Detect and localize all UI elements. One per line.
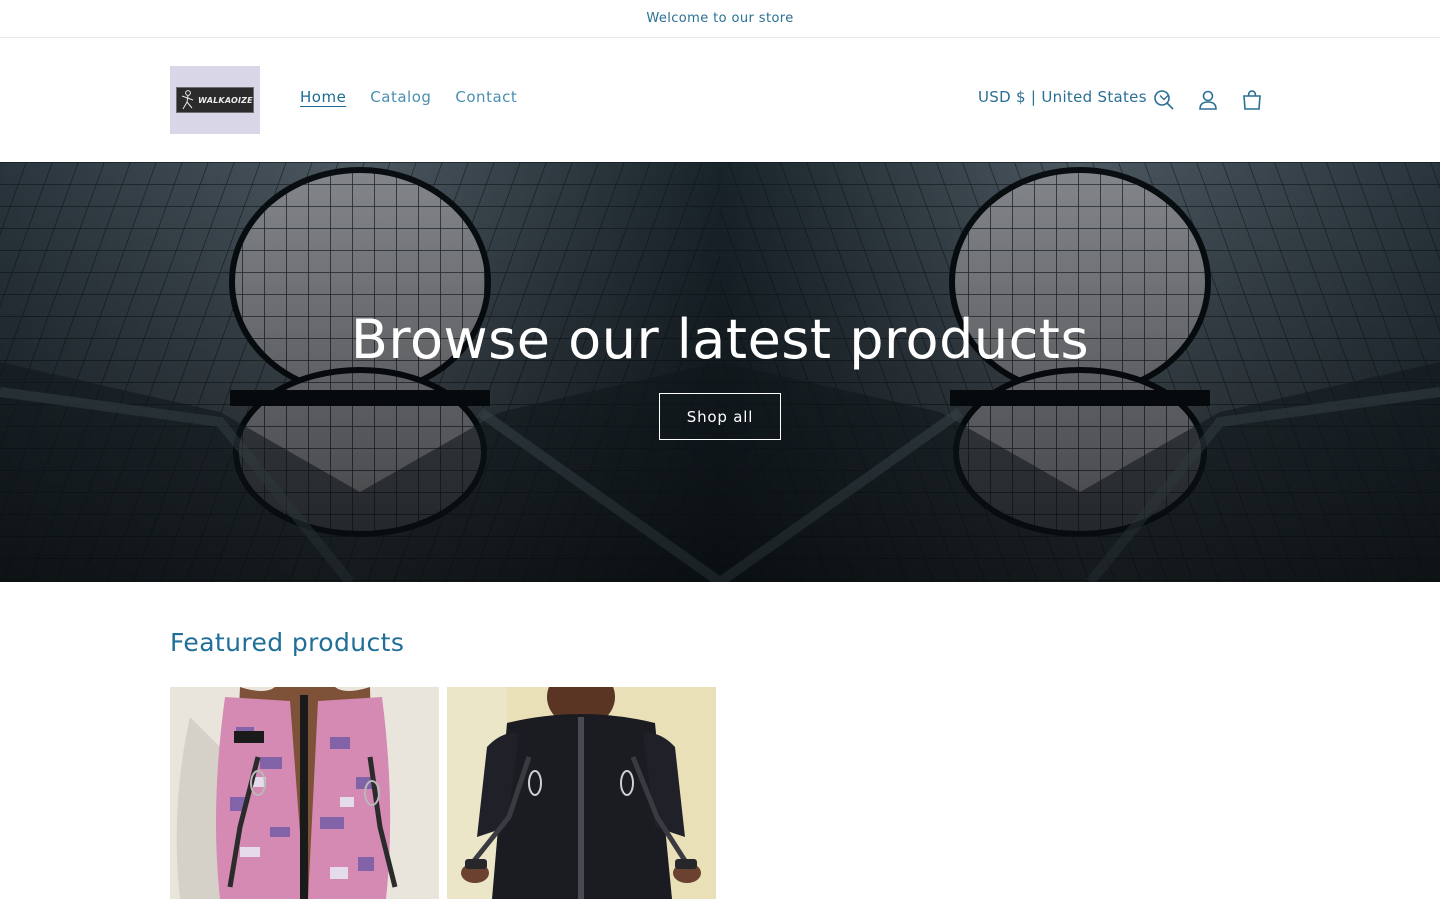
account-button[interactable]: [1196, 88, 1220, 112]
announcement-bar: Welcome to our store: [0, 0, 1440, 38]
currency-label: USD $ | United States: [978, 88, 1147, 106]
account-icon: [1199, 90, 1217, 110]
featured-products-section: Featured products: [0, 582, 1440, 900]
site-header: WALKAOIZE Home Catalog Contact USD $ | U…: [0, 38, 1440, 162]
hero-banner: Browse our latest products Shop all: [0, 162, 1440, 582]
hero-title: Browse our latest products: [350, 308, 1090, 371]
product-card[interactable]: [447, 687, 716, 899]
announcement-text: Welcome to our store: [646, 11, 794, 26]
featured-products-title: Featured products: [170, 628, 405, 657]
search-button[interactable]: [1152, 88, 1176, 112]
stick-figure-logo-icon: [181, 90, 194, 110]
logo-badge: WALKAOIZE: [176, 87, 254, 113]
black-vest-product-image: [447, 687, 716, 899]
nav-catalog-link[interactable]: Catalog: [370, 88, 431, 106]
logo-text: WALKAOIZE: [198, 95, 253, 105]
nav-contact-link[interactable]: Contact: [455, 88, 517, 106]
cart-button[interactable]: [1240, 88, 1264, 112]
store-logo[interactable]: WALKAOIZE: [170, 66, 260, 134]
product-card[interactable]: [170, 687, 439, 899]
shop-all-label: Shop all: [686, 407, 754, 426]
search-icon: [1154, 90, 1174, 110]
nav-home-link[interactable]: Home: [300, 88, 346, 106]
currency-selector[interactable]: USD $ | United States: [978, 88, 1169, 106]
main-nav: Home Catalog Contact: [300, 88, 517, 106]
hero-background-image: [0, 162, 1440, 582]
cart-icon: [1243, 90, 1261, 110]
camo-vest-product-image: [170, 687, 439, 899]
shop-all-button[interactable]: Shop all: [659, 393, 781, 440]
